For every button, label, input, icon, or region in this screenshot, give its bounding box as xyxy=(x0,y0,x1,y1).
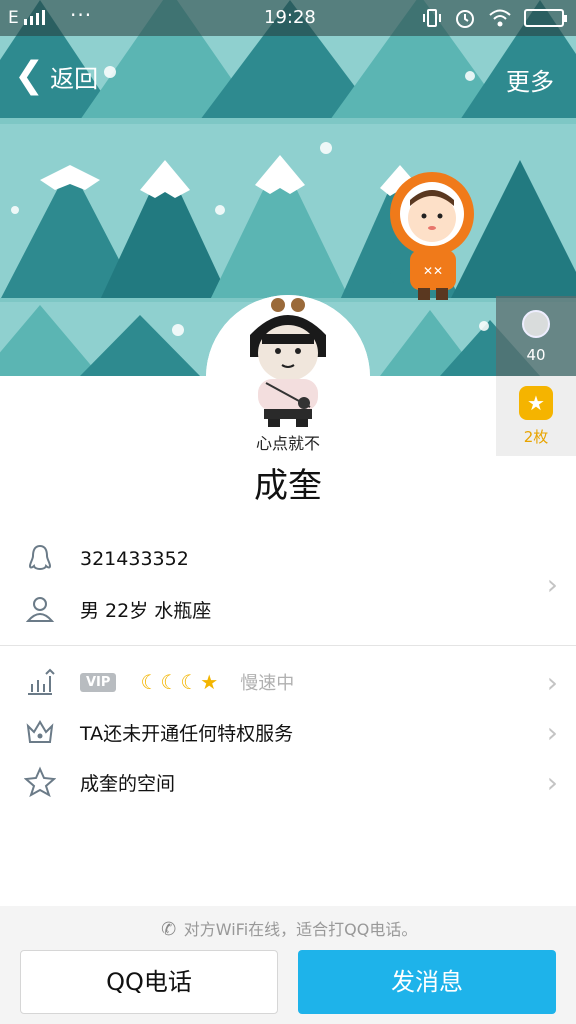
wifi-tip-text: 对方WiFi在线，适合打QQ电话。 xyxy=(183,920,418,939)
vip-badge: VIP xyxy=(80,672,117,692)
vip-speed: 慢速中 xyxy=(240,673,295,694)
back-label: 返回 xyxy=(50,64,99,93)
back-button[interactable]: ❮ 返回 xyxy=(14,58,98,94)
flowers-button[interactable]: 40 xyxy=(496,296,576,376)
chevron-right-icon: › xyxy=(546,765,558,799)
zone-text: 成奎的空间 xyxy=(80,772,176,795)
more-button[interactable]: 更多 xyxy=(506,62,554,97)
network-type: E xyxy=(8,8,19,28)
demographics: 男 22岁 水瓶座 xyxy=(80,599,212,622)
vip-level-icons: ☾☾☾★ xyxy=(140,670,221,694)
divider xyxy=(0,645,576,646)
signal-strength-icon xyxy=(24,9,45,25)
star-outline-icon xyxy=(24,766,56,798)
avatar[interactable]: 心点就不 xyxy=(206,295,370,459)
wifi-icon xyxy=(489,9,511,27)
qq-call-button[interactable]: QQ电话 xyxy=(20,950,278,1014)
penguin-icon xyxy=(28,544,52,570)
qq-number: 321433352 xyxy=(80,548,189,570)
bottom-action-bar: ✆ 对方WiFi在线，适合打QQ电话。 QQ电话 发消息 xyxy=(0,906,576,1024)
svg-text:✕✕: ✕✕ xyxy=(423,264,443,278)
level-up-icon xyxy=(28,668,55,695)
vip-row[interactable]: VIP ☾☾☾★ 慢速中 › xyxy=(0,657,576,707)
phone-icon: ✆ xyxy=(161,919,177,940)
medals-button[interactable]: ★ 2枚 xyxy=(496,376,576,456)
person-icon xyxy=(25,597,55,622)
medals-count: 2枚 xyxy=(523,428,549,446)
star-medal-icon: ★ xyxy=(519,386,553,420)
flowers-count: 40 xyxy=(526,346,546,364)
more-notifications-icon: ··· xyxy=(70,3,93,27)
battery-icon xyxy=(524,9,567,27)
zone-row[interactable]: 成奎的空间 › xyxy=(0,757,576,807)
qq-number-row: 321433352 xyxy=(0,534,576,584)
chevron-left-icon: ❮ xyxy=(14,55,45,96)
privilege-row[interactable]: TA还未开通任何特权服务 › xyxy=(0,707,576,757)
avatar-image: 心点就不 xyxy=(206,295,370,459)
status-bar: E ··· 19:28 xyxy=(0,0,576,36)
chevron-right-icon: › xyxy=(546,715,558,749)
vibrate-icon xyxy=(423,9,441,27)
send-message-button[interactable]: 发消息 xyxy=(298,950,556,1014)
crown-icon xyxy=(26,720,54,743)
clock: 19:28 xyxy=(264,7,316,28)
side-rail: 40 ★ 2枚 xyxy=(496,296,576,456)
nickname: 成奎 xyxy=(254,466,322,506)
avatar-caption: 心点就不 xyxy=(256,434,320,453)
wifi-tip: ✆ 对方WiFi在线，适合打QQ电话。 xyxy=(0,916,576,940)
privilege-text: TA还未开通任何特权服务 xyxy=(80,722,294,745)
demographics-row[interactable]: 男 22岁 水瓶座 xyxy=(0,584,576,634)
chevron-right-icon: › xyxy=(546,665,558,699)
rose-icon xyxy=(522,310,550,338)
alarm-icon xyxy=(456,10,474,28)
